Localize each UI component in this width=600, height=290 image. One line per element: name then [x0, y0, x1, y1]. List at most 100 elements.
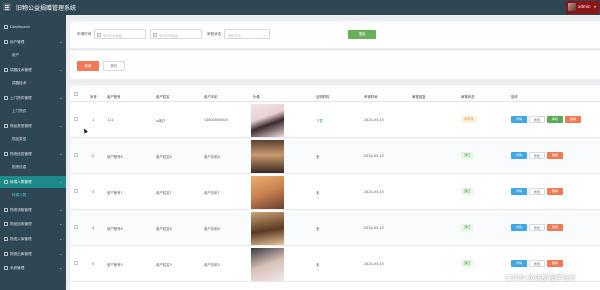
chevron-down-icon: ⌄ — [59, 179, 63, 184]
add-button[interactable]: 新增 — [77, 61, 99, 71]
proof-value: 无 — [316, 263, 320, 267]
column-header: 审核回复 — [412, 95, 426, 99]
status-badge: 通过 — [461, 224, 474, 231]
sidebar-item-11[interactable]: 转捐人群管理 ⌄ — [0, 176, 66, 188]
proof-value: 无 — [316, 191, 320, 195]
view-button[interactable]: 详情 — [511, 224, 527, 231]
audit-button[interactable]: 审核 — [547, 116, 563, 123]
sidebar-item-17[interactable]: 系统管理 ⌄ — [0, 262, 66, 274]
cell-name: 用户姓名6 — [156, 227, 172, 231]
edit-button[interactable]: 修改 — [529, 224, 545, 231]
sidebar-item-3[interactable]: 捐赠技术管理 ⌄ — [0, 64, 66, 76]
delete-row-button[interactable]: 删除 — [547, 152, 563, 159]
sidebar-item-label: 物资信息管理 — [10, 152, 32, 156]
date-label: 申请时间 — [77, 32, 92, 36]
cell-account: 用户账号6 — [107, 227, 123, 231]
delete-button[interactable]: 删除 — [103, 61, 125, 71]
delete-row-button[interactable]: 删除 — [547, 224, 563, 231]
cell-date: 2024-03-13 — [364, 190, 384, 194]
menu-item-icon — [4, 124, 8, 128]
avatar-photo — [251, 176, 284, 209]
chevron-down-icon: ⌄ — [59, 123, 63, 128]
search-button[interactable]: 搜索 — [348, 30, 376, 39]
view-button[interactable]: 详情 — [511, 116, 527, 123]
chevron-down-icon: ⌄ — [59, 265, 63, 270]
sidebar-item-0[interactable]: Dashboard — [0, 21, 66, 33]
cell-index: 2 — [92, 154, 95, 158]
row-checkbox[interactable] — [74, 189, 78, 193]
sidebar-item-12[interactable]: 转捐人群 — [0, 189, 66, 201]
edit-button[interactable]: 修改 — [529, 188, 545, 195]
delete-row-button[interactable]: 删除 — [547, 260, 563, 267]
edit-button[interactable]: 修改 — [529, 260, 545, 267]
sidebar-item-label: 系统管理 — [10, 266, 25, 270]
sidebar-item-15[interactable]: 物资入库管理 ⌄ — [0, 233, 66, 245]
cell-date: 2024-03-13 — [364, 262, 384, 266]
menu-item-icon — [4, 237, 8, 241]
sidebar-item-4[interactable]: 捐赠技术 — [0, 77, 66, 89]
column-header: 序号 — [90, 95, 97, 99]
cell-account: 用户账号8 — [107, 155, 123, 159]
delete-row-button[interactable]: 删除 — [547, 188, 563, 195]
row-checkbox[interactable] — [74, 153, 78, 157]
column-header: 操作 — [511, 95, 518, 99]
menu-item-icon — [4, 152, 8, 156]
download-link[interactable]: 下载 — [316, 118, 323, 123]
edit-button[interactable]: 修改 — [529, 152, 545, 159]
sidebar-item-7[interactable]: 物品类型管理 ⌄ — [0, 120, 66, 132]
sidebar-item-9[interactable]: 物资信息管理 ⌄ — [0, 148, 66, 160]
date-end-input[interactable]: 申请时间结束 — [150, 29, 202, 39]
sidebar-item-label: 捐赠技术管理 — [10, 68, 32, 72]
sidebar-item-8[interactable]: 物品类型 — [0, 133, 66, 145]
chevron-down-icon: ⌄ — [262, 32, 266, 37]
select-all-checkbox[interactable] — [74, 92, 78, 96]
cell-name: 用户姓名5 — [156, 263, 172, 267]
avatar-photo — [251, 212, 284, 245]
view-button[interactable]: 详情 — [511, 188, 527, 195]
cell-date: 2024-03-13 — [364, 154, 384, 158]
proof-value: 无 — [316, 227, 320, 231]
menu-item-icon — [4, 266, 8, 270]
column-header: 用户账号 — [107, 95, 121, 99]
status-badge: 通过 — [461, 260, 474, 267]
cell-account: 111 — [107, 118, 114, 122]
menu-icon[interactable] — [3, 3, 11, 11]
cell-phone: 用户手机5 — [204, 263, 220, 267]
row-checkbox[interactable] — [74, 261, 78, 265]
status-select[interactable]: 审核状态 ⌄ — [224, 29, 270, 39]
cell-date: 2024-03-13 — [364, 118, 384, 122]
calendar-icon — [153, 33, 157, 37]
sidebar-item-label: Dashboard — [10, 25, 30, 29]
sidebar-item-10[interactable]: 物资信息 — [0, 161, 66, 173]
cell-date: 2024-03-13 — [364, 226, 384, 230]
top-bar: 旧物公益捐赠管理系统 admin ▾ — [0, 0, 600, 15]
sidebar-item-16[interactable]: 物资出库管理 ⌄ — [0, 248, 66, 260]
view-button[interactable]: 详情 — [511, 260, 527, 267]
sidebar-item-2[interactable]: 用户 — [0, 49, 66, 61]
sidebar-item-1[interactable]: 用户管理 ⌄ — [0, 36, 66, 48]
edit-button[interactable]: 修改 — [529, 116, 545, 123]
sidebar-item-label: 转捐人群 — [12, 193, 27, 197]
row-checkbox[interactable] — [74, 117, 78, 121]
table-row: 2 用户账号8 用户姓名8 用户手机8 2024-03-13 无 通过 详情 修改 删除 — [70, 138, 600, 174]
sidebar-item-label: 用户 — [12, 53, 20, 57]
date-start-input[interactable]: 申请时间起始 — [94, 29, 146, 39]
sidebar-item-label: 用户管理 — [10, 40, 25, 44]
avatar-photo — [251, 140, 284, 173]
sidebar-item-5[interactable]: 上门揽件管理 ⌄ — [0, 92, 66, 104]
delete-row-button[interactable]: 删除 — [565, 116, 581, 123]
sidebar-item-label: 物品类型 — [12, 137, 27, 141]
user-menu[interactable]: admin ▾ — [566, 1, 599, 14]
sidebar-item-14[interactable]: 物品回收管理 ⌄ — [0, 218, 66, 230]
sidebar-item-label: 捐赠技术 — [12, 81, 27, 85]
chevron-down-icon: ⌄ — [59, 39, 63, 44]
sidebar-item-13[interactable]: 物资领取管理 ⌄ — [0, 204, 66, 216]
sidebar-item-label: 上门揽件管理 — [10, 96, 32, 100]
row-checkbox[interactable] — [74, 225, 78, 229]
cell-account: 用户账号5 — [107, 263, 123, 267]
view-button[interactable]: 详情 — [511, 152, 527, 159]
calendar-icon — [97, 33, 101, 37]
status-badge: 通过 — [461, 152, 474, 159]
user-name: admin — [578, 4, 591, 9]
sidebar-item-6[interactable]: 上门揽件 — [0, 105, 66, 117]
